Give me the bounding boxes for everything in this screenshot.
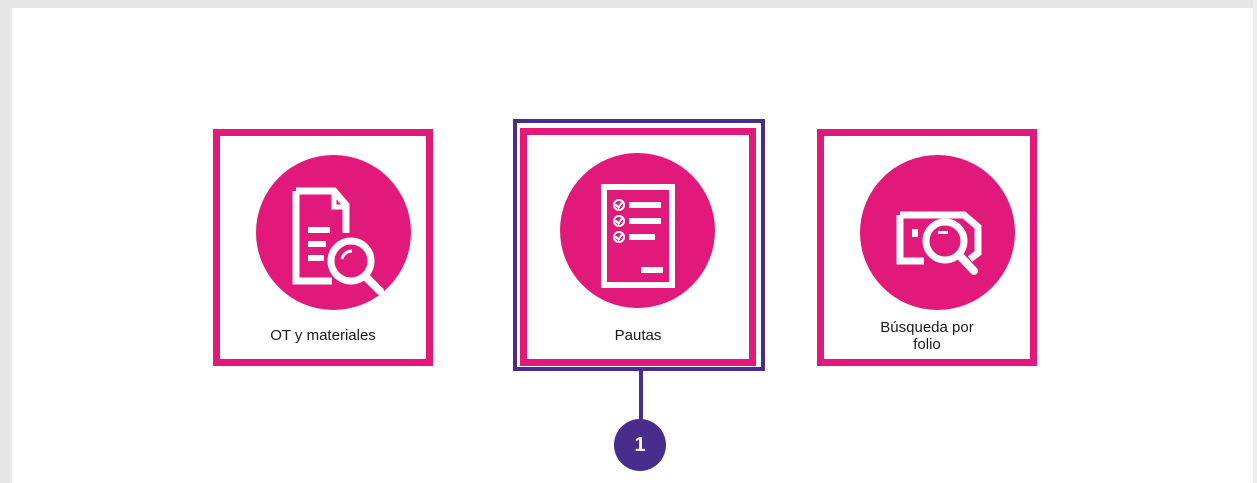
frame-top-border [0, 0, 1257, 8]
frame-left-border [0, 0, 10, 483]
card-label: Búsqueda por folio [880, 318, 974, 353]
card-label: OT y materiales [270, 327, 376, 344]
card-pautas[interactable]: Pautas [520, 128, 756, 366]
callout-number-badge: 1 [614, 419, 666, 471]
document-search-icon [256, 155, 411, 310]
card-busqueda-folio[interactable]: Búsqueda por folio [817, 129, 1037, 366]
ticket-search-icon [860, 155, 1015, 310]
callout-connector [639, 371, 643, 421]
frame-left-shadow [10, 8, 12, 483]
card-ot-materiales[interactable]: OT y materiales [213, 129, 433, 366]
checklist-icon [560, 153, 715, 308]
frame-right-border [1253, 0, 1257, 483]
card-label: Pautas [614, 326, 662, 344]
